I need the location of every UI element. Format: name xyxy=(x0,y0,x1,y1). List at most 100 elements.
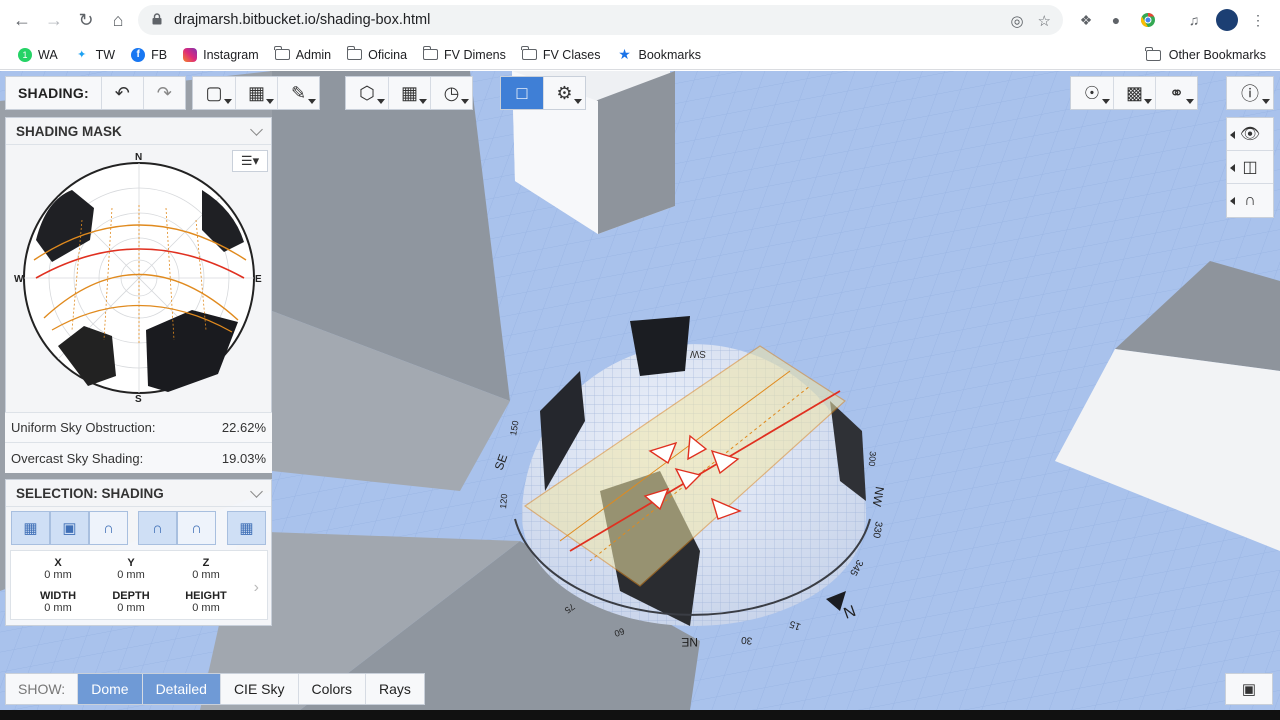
pencil-lines-icon: ✎ xyxy=(290,82,307,103)
height-value[interactable]: 0 mm xyxy=(176,602,236,614)
dim-width: WIDTH 0 mm xyxy=(28,590,88,614)
dome-tick-120: 120 xyxy=(498,493,509,509)
zoom-fit-button[interactable]: ▣ xyxy=(1225,673,1273,705)
shape-button[interactable]: ⬡ xyxy=(346,77,388,109)
extension-circle-icon[interactable]: ● xyxy=(1106,10,1126,30)
panel-toggle-button[interactable]: ◫ xyxy=(1227,151,1273,184)
clock-button[interactable]: ◷ xyxy=(430,77,472,109)
info-button[interactable]: ⓘ xyxy=(1227,77,1273,109)
menu-dots-icon[interactable]: ⋮ xyxy=(1248,10,1268,30)
grid-cube-icon: ▦ xyxy=(247,82,265,103)
model-toolbar: ▢ ▦ ✎ xyxy=(192,76,320,110)
bookmark-bookmarks[interactable]: ★ Bookmarks xyxy=(611,42,708,68)
dome-label-sw: SW xyxy=(689,348,706,359)
depth-value[interactable]: 0 mm xyxy=(101,602,161,614)
frame-toggle-button[interactable]: □ xyxy=(501,77,543,109)
select-solid-button[interactable]: ▣ xyxy=(50,511,89,545)
mask-compass-s: S xyxy=(135,394,142,405)
bookmark-oficina[interactable]: Oficina xyxy=(341,42,413,68)
dome-tick-30: 30 xyxy=(740,634,752,646)
calendar-button[interactable]: ▦ xyxy=(388,77,430,109)
dim-z: Z0 mm xyxy=(176,557,236,581)
dropbox-icon[interactable]: ❖ xyxy=(1076,10,1096,30)
grid-box-button[interactable]: ▦ xyxy=(235,77,277,109)
undo-icon: ↶ xyxy=(114,82,130,103)
home-icon[interactable]: ⌂ xyxy=(102,4,134,36)
box-tool-button[interactable]: ▢ xyxy=(193,77,235,109)
eye-button[interactable]: 👁 xyxy=(1227,118,1273,151)
bookmark-instagram[interactable]: Instagram xyxy=(177,42,265,68)
settings-button[interactable]: ⚙ xyxy=(543,77,585,109)
whatsapp-icon: 1 xyxy=(18,47,32,62)
show-colors-toggle[interactable]: Colors xyxy=(297,674,365,704)
show-detailed-toggle[interactable]: Detailed xyxy=(141,674,220,704)
bookmark-fv-clases[interactable]: FV Clases xyxy=(516,42,607,68)
dome-tick-300: 300 xyxy=(867,451,878,467)
grid-icon: ▦ xyxy=(239,520,254,537)
magnet-icon: ∩ xyxy=(1244,191,1256,209)
panel-icon: ◫ xyxy=(1242,159,1258,176)
sky-button[interactable]: ⚭ xyxy=(1155,77,1197,109)
chevron-right-icon[interactable]: › xyxy=(254,579,259,597)
shade-magnet-button[interactable]: ∩ xyxy=(177,511,216,545)
checker-button[interactable]: ▩ xyxy=(1113,77,1155,109)
undo-button[interactable]: ↶ xyxy=(100,77,143,109)
facebook-icon: f xyxy=(131,47,146,62)
reload-icon[interactable]: ↻ xyxy=(70,4,102,36)
bookmark-fv-dimens[interactable]: FV Dimens xyxy=(417,42,512,68)
shade-arch-button[interactable]: ∩ xyxy=(138,511,177,545)
overcast-sky-value: 19.03% xyxy=(221,450,266,466)
mask-compass-w: W xyxy=(14,274,24,285)
star-icon[interactable]: ☆ xyxy=(1038,12,1051,30)
instagram-icon xyxy=(183,47,198,62)
snap-button[interactable]: ∩ xyxy=(1227,184,1273,217)
chrome-extension-icon[interactable] xyxy=(1138,10,1158,30)
bookmarks-bar: 1 WA ✦ TW f FB Instagram Admin Oficina FV D… xyxy=(0,40,1280,70)
edit-tool-button[interactable]: ✎ xyxy=(277,77,319,109)
folder-icon xyxy=(346,46,363,60)
show-cie-sky-toggle[interactable]: CIE Sky xyxy=(219,674,298,704)
mode-toolbar: □ ⚙ xyxy=(500,76,586,110)
solid-box-icon: ▣ xyxy=(62,520,77,537)
eye-icon: 👁 xyxy=(1239,126,1261,143)
selection-mode-group-2: ∩ ∩ xyxy=(138,511,216,547)
x-value[interactable]: 0 mm xyxy=(28,569,88,581)
info-icon: ⓘ xyxy=(1241,84,1259,104)
bookmark-admin[interactable]: Admin xyxy=(269,42,337,68)
chevron-down-icon[interactable] xyxy=(250,484,263,498)
y-value[interactable]: 0 mm xyxy=(101,569,161,581)
location-icon[interactable]: ◎ xyxy=(1010,12,1023,30)
media-icon[interactable]: ♫ xyxy=(1184,10,1204,30)
address-bar[interactable]: drajmarsh.bitbucket.io/shading-box.html … xyxy=(138,5,1063,35)
select-box-button[interactable]: ▦ xyxy=(11,511,50,545)
bookmark-fb[interactable]: f FB xyxy=(125,42,173,68)
z-value[interactable]: 0 mm xyxy=(176,569,236,581)
show-rays-toggle[interactable]: Rays xyxy=(364,674,424,704)
bookmark-wa[interactable]: 1 WA xyxy=(12,42,64,68)
selection-mode-group-1: ▦ ▣ ∩ xyxy=(11,511,128,547)
lock-icon xyxy=(152,13,162,25)
chevron-down-icon[interactable] xyxy=(250,122,263,136)
view-toolbar: ⬡ ▦ ◷ xyxy=(345,76,473,110)
back-icon[interactable]: ← xyxy=(6,4,38,36)
grid-select-button[interactable]: ▦ xyxy=(227,511,266,545)
select-dome-button[interactable]: ∩ xyxy=(89,511,128,545)
dim-y: Y0 mm xyxy=(101,557,161,581)
width-value[interactable]: 0 mm xyxy=(28,602,88,614)
overcast-sky-row: Overcast Sky Shading: 19.03% xyxy=(5,442,272,473)
other-bookmarks[interactable]: Other Bookmarks xyxy=(1145,40,1266,70)
show-dome-toggle[interactable]: Dome xyxy=(77,674,142,704)
shading-toolbar: SHADING: ↶ ↷ xyxy=(5,76,186,110)
avatar[interactable] xyxy=(1216,9,1238,31)
selection-header[interactable]: SELECTION: SHADING xyxy=(6,480,271,507)
bookmark-tw[interactable]: ✦ TW xyxy=(68,42,121,68)
redo-icon: ↷ xyxy=(156,82,172,103)
forward-icon[interactable]: → xyxy=(38,4,70,36)
redo-button[interactable]: ↷ xyxy=(142,77,185,109)
globe-button[interactable]: ☉ xyxy=(1071,77,1113,109)
selection-mode-group-3: ▦ xyxy=(227,511,266,547)
cube-icon: ▢ xyxy=(205,82,223,103)
wire-box-icon: ▦ xyxy=(23,520,38,537)
shading-mask-header[interactable]: SHADING MASK xyxy=(6,118,271,145)
dim-height: HEIGHT 0 mm xyxy=(176,590,236,614)
